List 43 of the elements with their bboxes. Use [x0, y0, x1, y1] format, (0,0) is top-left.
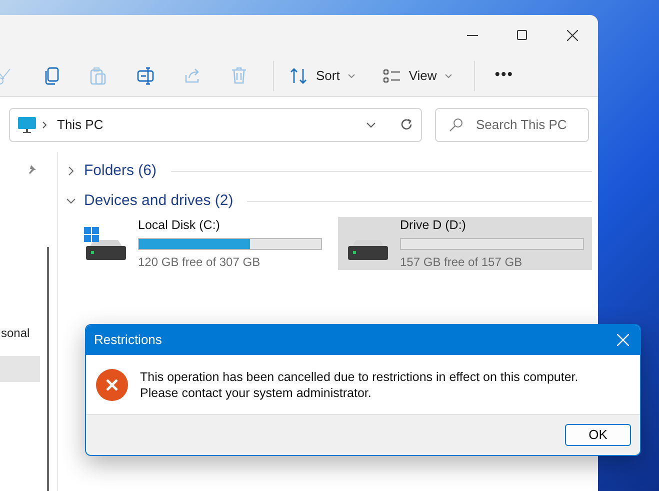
- trash-icon: [230, 66, 248, 84]
- search-icon: [449, 118, 463, 132]
- dialog-title: Restrictions: [94, 331, 162, 350]
- drive-tile[interactable]: Drive D (D:) 157 GB free of 157 GB: [338, 217, 592, 270]
- caret-icon: [444, 74, 452, 78]
- view-button[interactable]: View: [376, 60, 458, 92]
- rename-icon: [136, 66, 154, 84]
- free-space-text: 120 GB free of 307 GB: [138, 254, 262, 271]
- maximize-icon: [517, 30, 527, 40]
- nav-item[interactable]: sonal: [0, 320, 44, 346]
- caret-icon: [348, 74, 355, 78]
- scissors-icon: [0, 66, 12, 84]
- address-path: This PC: [57, 116, 104, 134]
- sort-button[interactable]: Sort: [284, 60, 361, 92]
- minimize-icon: [466, 34, 478, 36]
- section-header[interactable]: Folders (6): [84, 160, 157, 182]
- section-header[interactable]: Devices and drives (2): [84, 190, 234, 212]
- list-view-icon: [382, 68, 401, 82]
- chevron-right-icon[interactable]: [66, 166, 76, 176]
- dialog-message: This operation has been cancelled due to restrictions in effect on this computer. Please contact your system administrator.: [140, 368, 580, 400]
- sort-arrows-icon: [290, 68, 308, 84]
- close-icon: [566, 30, 578, 40]
- more-button[interactable]: •••: [488, 64, 520, 87]
- drive-tile[interactable]: Local Disk (C:) 120 GB free of 307 GB: [76, 217, 330, 270]
- pin-icon[interactable]: [27, 164, 37, 174]
- ok-button[interactable]: OK: [565, 424, 631, 446]
- share-icon: [184, 66, 200, 84]
- chevron-down-icon[interactable]: [66, 196, 76, 206]
- drive-name: Drive D (D:): [400, 217, 467, 234]
- search-field[interactable]: Search This PC: [435, 108, 589, 142]
- chevron-right-icon: [42, 120, 47, 128]
- monitor-icon: [18, 116, 36, 132]
- refresh-icon[interactable]: [400, 118, 413, 131]
- copy-icon: [42, 66, 60, 84]
- drive-name: Local Disk (C:): [138, 217, 221, 234]
- address-bar[interactable]: This PC: [9, 108, 422, 142]
- free-space-text: 157 GB free of 157 GB: [400, 254, 524, 271]
- dialog-close-button[interactable]: [616, 333, 630, 347]
- close-icon: [617, 334, 629, 346]
- error-icon: [96, 368, 128, 400]
- scrollbar-thumb[interactable]: [47, 247, 49, 491]
- dropdown-chevron-icon[interactable]: [366, 122, 376, 128]
- clipboard-icon: [90, 66, 106, 84]
